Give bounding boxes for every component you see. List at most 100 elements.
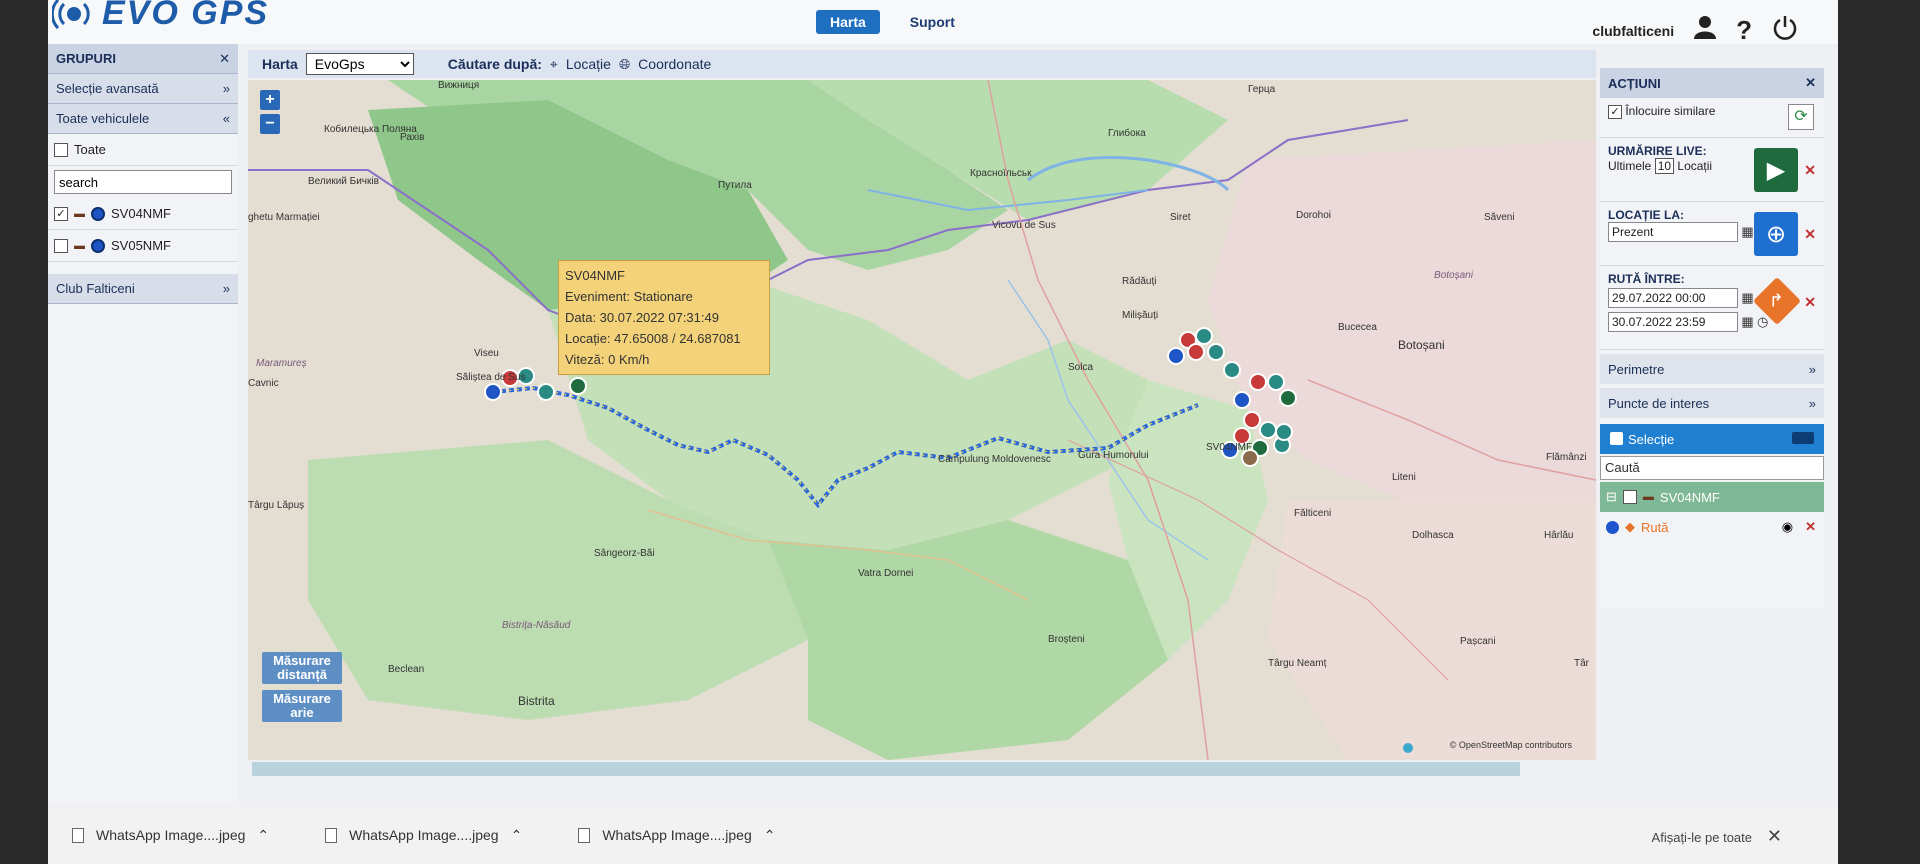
power-icon[interactable] — [1772, 14, 1798, 47]
map-scrollbar[interactable] — [252, 762, 1520, 776]
poi-section[interactable]: Puncte de interes » — [1600, 388, 1824, 418]
download-item[interactable]: WhatsApp Image....jpeg ⌃ — [325, 827, 522, 844]
delete-route-icon[interactable]: ✕ — [1805, 519, 1816, 535]
location-at-section: LOCAȚIE LA: Prezent ▦ ◷ ⊕ ✕ — [1600, 202, 1824, 266]
pin-icon[interactable]: ⌖ — [550, 56, 558, 73]
clear-location-icon[interactable]: ✕ — [1804, 226, 1816, 243]
tooltip-vehicle: SV04NMF — [565, 268, 625, 283]
logo-text: EVO GPS — [102, 0, 270, 32]
vehicle-checkbox[interactable] — [54, 238, 68, 253]
map-place-label: Viseu — [474, 348, 499, 359]
chevron-down-icon: » — [222, 281, 230, 296]
route-to-input[interactable]: 30.07.2022 23:59 — [1608, 312, 1738, 332]
poi-search-input[interactable]: Caută — [1600, 456, 1824, 480]
chevron-up-icon[interactable]: ⌃ — [511, 827, 523, 844]
play-live-button[interactable]: ▶ — [1754, 148, 1798, 192]
chevron-up-icon[interactable]: ⌃ — [257, 827, 269, 844]
select-all-label: Toate — [74, 142, 106, 157]
zoom-in-button[interactable]: + — [260, 90, 280, 110]
nav-harta[interactable]: Harta — [816, 10, 880, 34]
select-all-row[interactable]: Toate — [48, 134, 238, 166]
zoom-out-button[interactable]: − — [260, 114, 280, 134]
calendar-icon[interactable]: ▦ — [1741, 290, 1753, 305]
map-type-select[interactable]: EvoGps — [305, 53, 414, 75]
refresh-icon[interactable]: ⟳ — [1788, 104, 1814, 130]
collapse-icon[interactable]: ⊟ — [1606, 489, 1617, 505]
chevron-down-icon: » — [1808, 361, 1816, 377]
close-groups-icon[interactable]: ✕ — [219, 51, 230, 67]
vehicle-row[interactable]: ▬ SV05NMF — [48, 230, 238, 262]
globe-icon[interactable]: 🌐︎ — [619, 56, 630, 73]
locate-button[interactable]: ⊕ — [1754, 212, 1798, 256]
search-by-coordinates[interactable]: Coordonate — [638, 56, 711, 72]
perimeters-label: Perimetre — [1608, 361, 1665, 377]
chevron-up-icon: « — [222, 111, 230, 126]
live-last-label: Ultimele — [1608, 159, 1652, 173]
map-canvas[interactable]: + − Кобилецька Поляна Раxiв Великий Бичк… — [248, 80, 1596, 760]
tooltip-location: Locație: 47.65008 / 24.687081 — [565, 331, 741, 346]
close-actions-icon[interactable]: ✕ — [1805, 75, 1816, 91]
selection-checkbox[interactable] — [1610, 432, 1623, 445]
download-item[interactable]: WhatsApp Image....jpeg ⌃ — [578, 827, 775, 844]
advanced-selection[interactable]: Selecție avansată » — [48, 74, 238, 104]
vehicle-checkbox[interactable]: ✓ — [54, 206, 68, 221]
select-all-checkbox[interactable] — [54, 142, 68, 157]
clock-icon[interactable]: ◷ — [1757, 314, 1768, 329]
map-place-label: Rădăuți — [1122, 276, 1157, 287]
map-place-label: Великий Бичків — [308, 176, 379, 187]
measure-distance-button[interactable]: Măsurare distanță — [262, 652, 342, 684]
route-vehicle-checkbox[interactable]: ✓ — [1622, 490, 1637, 504]
perimeters-section[interactable]: Perimetre » — [1600, 354, 1824, 384]
app-header: EVO GPS Harta Suport clubfalticeni ? — [48, 0, 1838, 47]
eraser-icon[interactable] — [1792, 432, 1814, 444]
live-count-select[interactable]: 10 — [1654, 158, 1675, 174]
map-place-label: Târgu Lăpuș — [248, 500, 305, 511]
selection-bar[interactable]: Selecție — [1600, 424, 1824, 454]
chevron-up-icon[interactable]: ⌃ — [764, 827, 776, 844]
poi-label: Puncte de interes — [1608, 395, 1710, 411]
actions-header: ACȚIUNI ✕ — [1600, 68, 1824, 98]
map-attribution[interactable]: © OpenStreetMap contributors — [1450, 740, 1572, 750]
user-icon[interactable] — [1694, 15, 1717, 46]
help-icon[interactable]: ? — [1736, 15, 1752, 46]
route-diamond-icon: ◆ — [1625, 519, 1635, 534]
groups-header: GRUPURI ✕ — [48, 44, 238, 74]
route-color-icon[interactable] — [1606, 520, 1619, 534]
vehicle-status-icon — [91, 238, 105, 253]
close-downloads-icon[interactable]: ✕ — [1767, 826, 1782, 847]
all-vehicles-section[interactable]: Toate vehiculele « — [48, 104, 238, 134]
show-all-downloads[interactable]: Afișați-le pe toate — [1652, 830, 1752, 845]
download-item[interactable]: WhatsApp Image....jpeg ⌃ — [72, 827, 269, 844]
username[interactable]: clubfalticeni — [1592, 23, 1674, 39]
nav-suport[interactable]: Suport — [896, 10, 969, 34]
route-from-input[interactable]: 29.07.2022 00:00 — [1608, 288, 1738, 308]
map-place-label: Câmpulung Moldovenesc — [938, 454, 1051, 465]
map-place-label: Dorohoi — [1296, 210, 1332, 221]
map-place-label: ghetu Marmației — [248, 212, 320, 223]
map-place-label: Герца — [1248, 84, 1276, 95]
map-place-label: Bistrita — [518, 694, 555, 708]
map-place-label: Раxiв — [400, 132, 425, 143]
groups-title: GRUPURI — [56, 51, 116, 66]
location-date-input[interactable]: Prezent — [1608, 222, 1738, 242]
calendar-icon[interactable]: ▦ — [1741, 314, 1753, 329]
search-by-location[interactable]: Locație — [566, 56, 611, 72]
map-place-label: Liteni — [1392, 472, 1416, 483]
route-vehicle-row[interactable]: ⊟ ✓ ▬ SV04NMF — [1600, 482, 1824, 512]
vehicle-status-icon — [91, 206, 105, 221]
download-filename: WhatsApp Image....jpeg — [602, 827, 752, 843]
calendar-icon[interactable]: ▦ — [1741, 224, 1753, 239]
vehicle-search-input[interactable] — [54, 170, 232, 194]
stop-live-icon[interactable]: ✕ — [1804, 162, 1816, 179]
vehicle-row[interactable]: ✓ ▬ SV04NMF — [48, 198, 238, 230]
club-group[interactable]: Club Falticeni » — [48, 274, 238, 304]
map-place-label: Pașcani — [1460, 636, 1496, 647]
map-place-label: Târ — [1574, 658, 1589, 669]
main-nav: Harta Suport — [816, 10, 969, 34]
clear-route-icon[interactable]: ✕ — [1804, 294, 1816, 311]
measure-area-button[interactable]: Măsurare arie — [262, 690, 342, 722]
similar-checkbox[interactable]: ✓ — [1608, 104, 1622, 119]
eye-icon[interactable]: ◉ — [1782, 519, 1793, 535]
route-row[interactable]: ◆ Rută ◉ ✕ — [1600, 512, 1824, 542]
map-place-label: Fălticeni — [1294, 508, 1332, 519]
